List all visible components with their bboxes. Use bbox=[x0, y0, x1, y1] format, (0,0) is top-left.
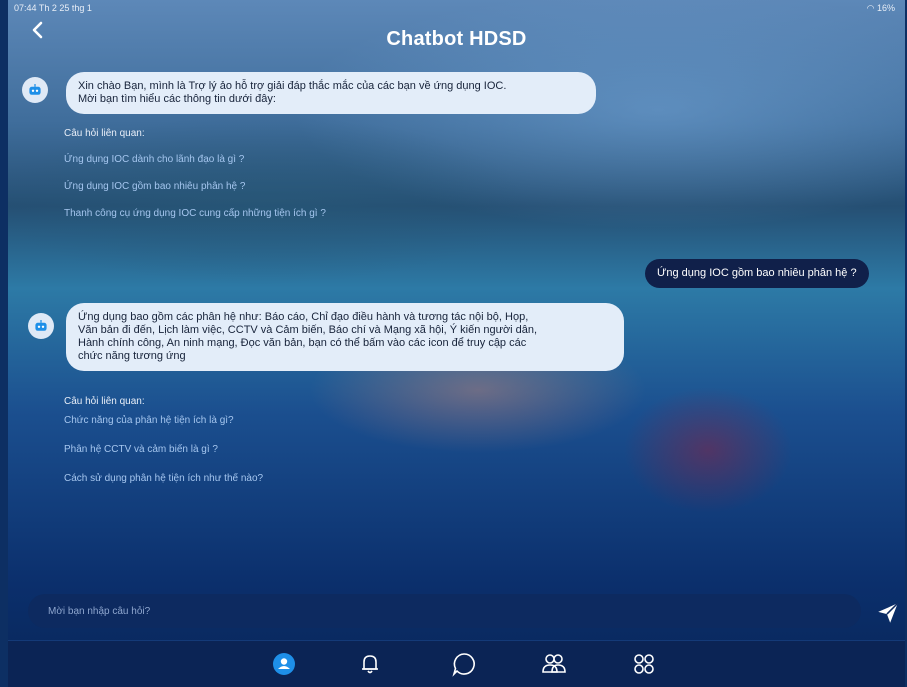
related-title: Câu hỏi liên quan: bbox=[64, 128, 145, 139]
robot-icon bbox=[35, 320, 47, 331]
message-input[interactable] bbox=[28, 594, 861, 628]
send-button[interactable] bbox=[875, 600, 901, 626]
nav-notifications[interactable] bbox=[356, 650, 384, 678]
bell-icon bbox=[362, 655, 378, 674]
related-question-link[interactable]: Phân hệ CCTV và cảm biến là gì ? bbox=[64, 444, 263, 455]
bot-message-line: Ứng dụng bao gồm các phân hệ như: Báo cá… bbox=[78, 311, 529, 323]
apps-icon bbox=[634, 654, 654, 674]
chat-icon bbox=[452, 653, 475, 677]
chatbot-screen: 07:44 Th 2 25 thg 1 ◠ 16% Chatbot HDSD X… bbox=[8, 0, 905, 687]
related-title: Câu hỏi liên quan: bbox=[64, 396, 145, 407]
related-question-link[interactable]: Chức năng của phân hệ tiện ích là gì? bbox=[64, 415, 263, 426]
bottom-nav bbox=[8, 640, 905, 687]
nav-apps[interactable] bbox=[630, 650, 658, 678]
related-questions: Câu hỏi liên quan: Chức năng của phân hệ… bbox=[64, 396, 263, 500]
related-question-link[interactable]: Ứng dụng IOC gồm bao nhiêu phân hệ ? bbox=[64, 181, 326, 192]
message-input-container bbox=[28, 594, 861, 628]
home-icon bbox=[273, 653, 295, 675]
nav-contacts[interactable] bbox=[540, 650, 568, 678]
bot-avatar bbox=[22, 77, 48, 103]
send-icon bbox=[878, 602, 899, 623]
related-question-link[interactable]: Ứng dụng IOC dành cho lãnh đạo là gì ? bbox=[64, 154, 326, 165]
bot-message-line: Hành chính công, An ninh mạng, Đọc văn b… bbox=[78, 337, 527, 349]
bot-message-line: chức năng tương ứng bbox=[78, 350, 186, 362]
user-message: Ứng dụng IOC gồm bao nhiêu phân hệ ? bbox=[645, 259, 869, 288]
bot-message-line: Mời bạn tìm hiểu các thông tin dưới đây: bbox=[78, 93, 276, 105]
users-icon bbox=[542, 654, 566, 673]
wifi-icon: ◠ bbox=[866, 3, 877, 13]
status-bar: 07:44 Th 2 25 thg 1 ◠ 16% bbox=[14, 3, 895, 15]
bot-message: Ứng dụng bao gồm các phân hệ như: Báo cá… bbox=[66, 303, 624, 371]
robot-icon bbox=[29, 84, 41, 95]
nav-chat[interactable] bbox=[450, 650, 478, 678]
bot-message-line: Văn bản đi đến, Lịch làm việc, CCTV và C… bbox=[78, 324, 538, 336]
bot-message: Xin chào Bạn, mình là Trợ lý ảo hỗ trợ g… bbox=[66, 72, 596, 114]
nav-home[interactable] bbox=[270, 650, 298, 678]
bot-avatar bbox=[28, 313, 54, 339]
status-time: 07:44 Th 2 25 thg 1 bbox=[14, 3, 92, 13]
related-question-link[interactable]: Cách sử dụng phân hệ tiện ích như thế nà… bbox=[64, 473, 263, 484]
bot-message-line: Xin chào Bạn, mình là Trợ lý ảo hỗ trợ g… bbox=[78, 80, 507, 92]
status-battery: ◠ 16% bbox=[866, 3, 895, 13]
page-title: Chatbot HDSD bbox=[386, 28, 527, 50]
related-questions: Câu hỏi liên quan: Ứng dụng IOC dành cho… bbox=[64, 128, 326, 235]
related-question-link[interactable]: Thanh công cụ ứng dụng IOC cung cấp nhữn… bbox=[64, 208, 326, 219]
